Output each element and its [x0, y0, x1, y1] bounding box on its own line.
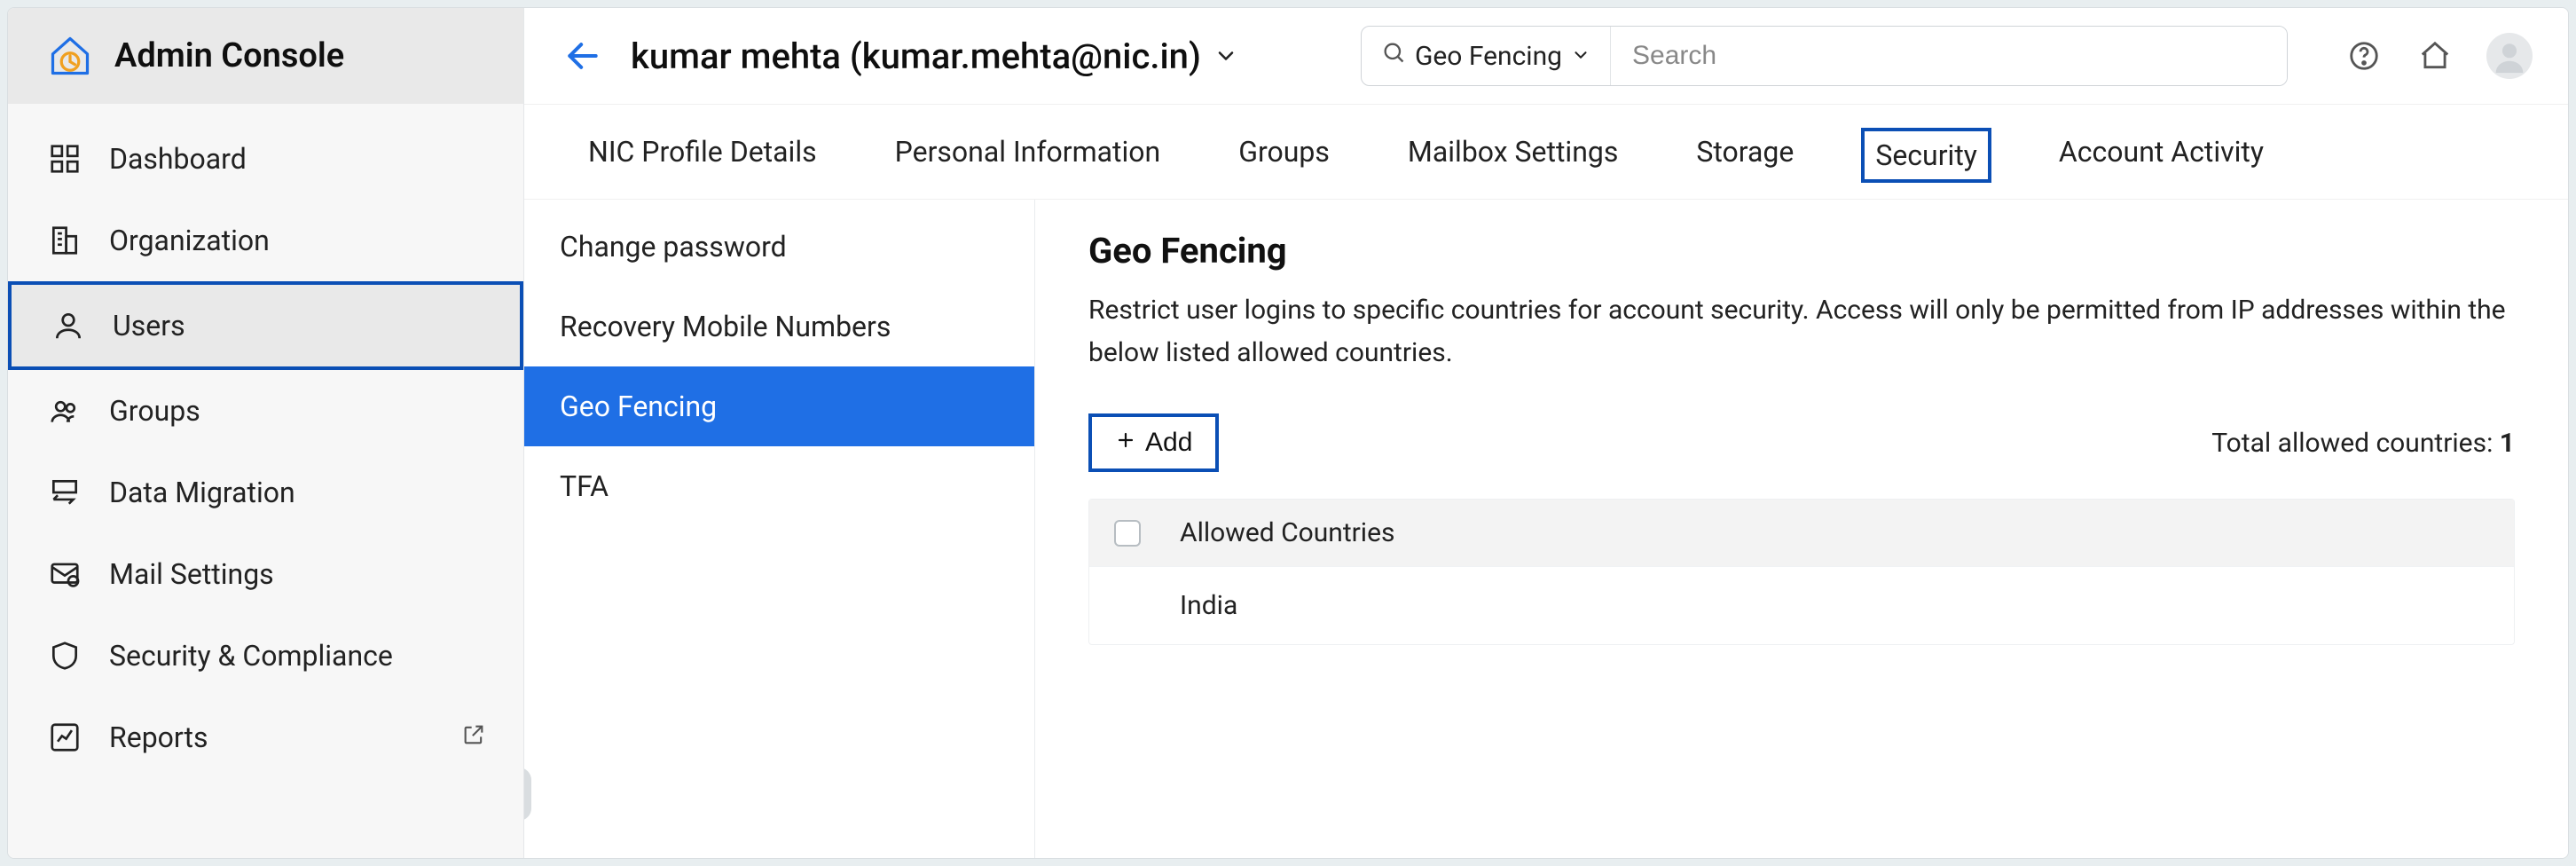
select-all-checkbox[interactable]	[1114, 520, 1141, 547]
subnav-geo-fencing[interactable]: Geo Fencing	[524, 366, 1034, 446]
organization-icon	[45, 221, 84, 260]
search-scope-dropdown[interactable]: Geo Fencing	[1362, 27, 1611, 85]
action-row: Add Total allowed countries: 1	[1088, 413, 2515, 472]
chevron-down-icon	[1213, 43, 1238, 68]
section-title: Geo Fencing	[1088, 230, 2515, 272]
plus-icon	[1115, 428, 1136, 458]
sidebar-item-groups[interactable]: Groups	[8, 370, 523, 452]
search-scope-label: Geo Fencing	[1415, 41, 1562, 72]
total-allowed-countries: Total allowed countries: 1	[2211, 428, 2515, 459]
column-header-allowed-countries: Allowed Countries	[1180, 517, 1395, 548]
lower-split: Change password Recovery Mobile Numbers …	[524, 200, 2568, 858]
table-row[interactable]: India	[1089, 566, 2514, 644]
total-count-value: 1	[2500, 428, 2515, 459]
add-button-label: Add	[1145, 428, 1192, 458]
brand-row: Admin Console	[8, 8, 523, 104]
tab-account-activity[interactable]: Account Activity	[2048, 128, 2274, 183]
dashboard-icon	[45, 139, 84, 178]
help-icon[interactable]	[2344, 36, 2384, 75]
top-icons	[2344, 33, 2533, 79]
tab-groups[interactable]: Groups	[1228, 128, 1340, 183]
allowed-countries-table: Allowed Countries India	[1088, 499, 2515, 645]
top-bar: kumar mehta (kumar.mehta@nic.in) Geo Fen…	[524, 8, 2568, 105]
search-input[interactable]	[1611, 27, 2287, 85]
back-button[interactable]	[560, 33, 606, 79]
brand-title: Admin Console	[114, 36, 344, 75]
total-label: Total allowed countries:	[2211, 428, 2500, 459]
subnav-recovery-mobile[interactable]: Recovery Mobile Numbers	[524, 287, 1034, 366]
mail-settings-icon	[45, 555, 84, 594]
migration-icon	[45, 473, 84, 512]
sidebar-item-dashboard[interactable]: Dashboard	[8, 118, 523, 200]
groups-icon	[45, 391, 84, 430]
tab-nic-profile-details[interactable]: NIC Profile Details	[577, 128, 828, 183]
avatar[interactable]	[2486, 33, 2533, 79]
subnav-tfa[interactable]: TFA	[524, 446, 1034, 526]
sidebar-item-security[interactable]: Security & Compliance	[8, 615, 523, 697]
sidebar-item-label: Groups	[109, 394, 486, 428]
sidebar-item-users[interactable]: Users	[8, 281, 523, 370]
tab-storage[interactable]: Storage	[1685, 128, 1804, 183]
sidebar-item-label: Mail Settings	[109, 557, 486, 591]
shield-icon	[45, 636, 84, 675]
brand-logo-icon	[43, 29, 97, 83]
sidebar-item-label: Users	[113, 309, 483, 342]
home-icon[interactable]	[2415, 36, 2454, 75]
security-subnav: Change password Recovery Mobile Numbers …	[524, 200, 1035, 858]
table-header: Allowed Countries	[1089, 500, 2514, 566]
reports-icon	[45, 718, 84, 757]
sidebar-item-organization[interactable]: Organization	[8, 200, 523, 281]
search-group: Geo Fencing	[1361, 26, 2288, 86]
sidebar-nav: Dashboard Organization	[8, 104, 523, 778]
section-description: Restrict user logins to specific countri…	[1088, 289, 2515, 374]
sidebar-item-label: Dashboard	[109, 142, 486, 176]
content: kumar mehta (kumar.mehta@nic.in) Geo Fen…	[524, 8, 2568, 858]
tab-mailbox-settings[interactable]: Mailbox Settings	[1397, 128, 1629, 183]
country-cell: India	[1180, 590, 1237, 621]
detail-panel: Geo Fencing Restrict user logins to spec…	[1035, 200, 2568, 858]
sidebar: Admin Console Dashboard	[8, 8, 524, 858]
user-icon	[49, 306, 88, 345]
sidebar-item-label: Security & Compliance	[109, 639, 486, 673]
sidebar-item-label: Organization	[109, 224, 486, 257]
chevron-down-icon	[1571, 41, 1590, 72]
sidebar-item-label: Data Migration	[109, 476, 486, 509]
sidebar-item-mail-settings[interactable]: Mail Settings	[8, 533, 523, 615]
sidebar-item-data-migration[interactable]: Data Migration	[8, 452, 523, 533]
tab-security[interactable]: Security	[1861, 128, 1991, 183]
user-title-dropdown[interactable]: kumar mehta (kumar.mehta@nic.in)	[631, 35, 1238, 77]
external-link-icon	[461, 720, 486, 754]
sidebar-item-reports[interactable]: Reports	[8, 697, 523, 778]
subnav-change-password[interactable]: Change password	[524, 207, 1034, 287]
tabs-row: NIC Profile Details Personal Information…	[524, 105, 2568, 200]
sidebar-item-label: Reports	[109, 720, 436, 754]
add-button[interactable]: Add	[1088, 413, 1219, 472]
search-icon	[1381, 40, 1406, 72]
tab-personal-information[interactable]: Personal Information	[884, 128, 1172, 183]
user-display-name: kumar mehta (kumar.mehta@nic.in)	[631, 35, 1201, 77]
